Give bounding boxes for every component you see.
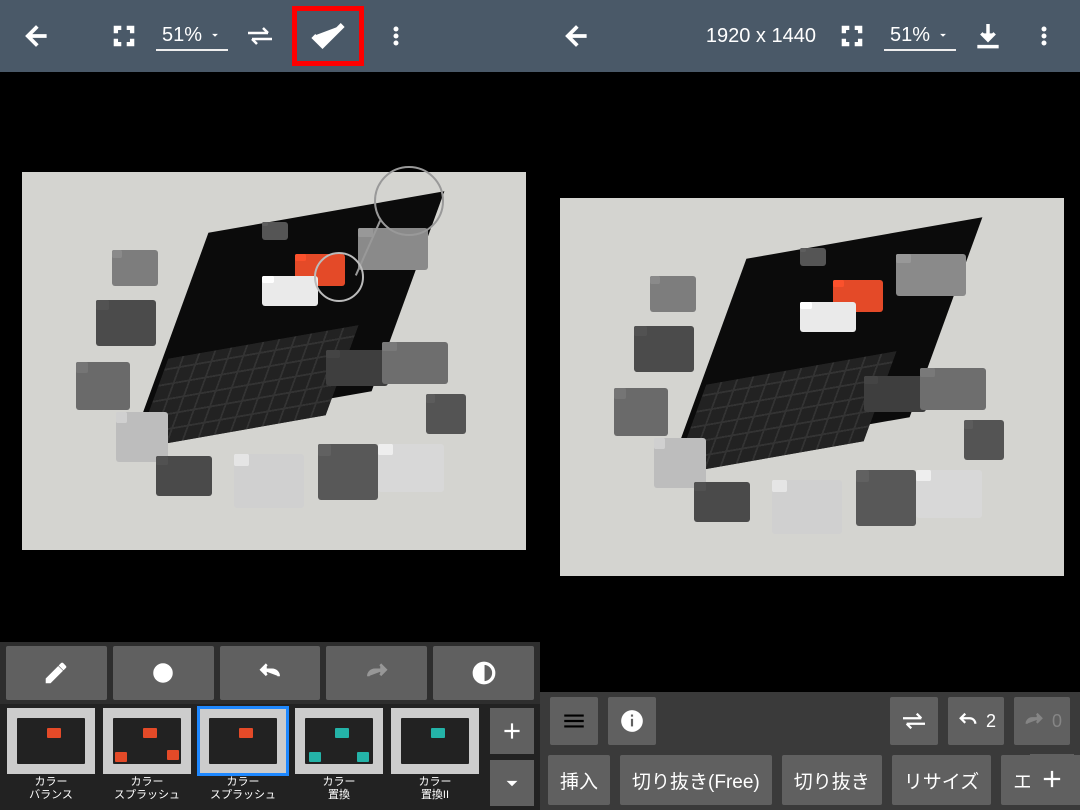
redo-icon	[362, 660, 392, 686]
canvas-left[interactable]	[0, 72, 540, 642]
filter-color-replace-1[interactable]: カラー 置換	[294, 708, 384, 801]
fullscreen-icon	[839, 23, 865, 49]
magnifier-preview	[374, 166, 444, 236]
zoom-label: 51%	[890, 24, 930, 47]
tab-insert[interactable]: 挿入	[548, 755, 610, 805]
filter-label: カラー 置換	[323, 776, 356, 801]
more-button[interactable]	[372, 12, 420, 60]
tab-crop-free[interactable]: 切り抜き(Free)	[620, 755, 772, 805]
expand-filters-button[interactable]	[490, 760, 534, 806]
zoom-selector[interactable]: 51%	[156, 22, 228, 51]
plus-icon	[1038, 765, 1066, 793]
filter-label: カラー バランス	[29, 776, 73, 801]
contrast-icon	[471, 660, 497, 686]
back-button[interactable]	[12, 12, 60, 60]
filter-label: カラー 置換II	[419, 776, 452, 801]
redo-count-button: 0	[1014, 697, 1070, 745]
undo-count-button[interactable]: 2	[948, 697, 1004, 745]
plus-icon	[499, 718, 525, 744]
fullscreen-button[interactable]	[100, 12, 148, 60]
tab-resize[interactable]: リサイズ	[892, 755, 991, 805]
swap-horiz-icon	[899, 710, 929, 732]
undo-icon	[255, 660, 285, 686]
pencil-tool-button[interactable]	[6, 646, 107, 700]
redo-icon	[1022, 710, 1046, 732]
swap-button[interactable]	[236, 12, 284, 60]
target-circle-icon	[150, 660, 176, 686]
pencil-icon	[43, 660, 69, 686]
photo-preview	[560, 198, 1064, 576]
contrast-tool-button[interactable]	[433, 646, 534, 700]
filter-color-splash-2[interactable]: カラー スプラッシュ	[198, 708, 288, 801]
filter-color-replace-2[interactable]: カラー 置換II	[390, 708, 480, 801]
redo-count: 0	[1052, 711, 1062, 732]
bottom-tools-right: 2 0 挿入 切り抜き(Free) 切り抜き リサイズ エフェ	[540, 692, 1080, 810]
tab-label: リサイズ	[904, 767, 979, 794]
topbar-right: 1920 x 1440 51%	[540, 0, 1080, 72]
redo-button	[326, 646, 427, 700]
caret-down-icon	[208, 28, 222, 42]
filter-strip: カラー バランス カラー スプラッシュ カラー スプラッシュ カラー 置換 カラ…	[0, 704, 540, 810]
confirm-button[interactable]	[292, 6, 364, 66]
back-button[interactable]	[552, 12, 600, 60]
swap-horiz-icon	[244, 24, 276, 48]
tab-label: 切り抜き(Free)	[632, 767, 760, 794]
menu-icon	[561, 708, 587, 734]
add-tab-button[interactable]	[1030, 754, 1074, 804]
undo-icon	[956, 710, 980, 732]
filter-label: カラー スプラッシュ	[114, 776, 180, 801]
more-vert-icon	[1032, 24, 1056, 48]
tool-row	[0, 642, 540, 704]
fullscreen-icon	[111, 23, 137, 49]
bottom-tools-left: カラー バランス カラー スプラッシュ カラー スプラッシュ カラー 置換 カラ…	[0, 642, 540, 810]
tab-label: 切り抜き	[794, 767, 870, 794]
download-button[interactable]	[964, 12, 1012, 60]
chevron-down-icon	[499, 770, 525, 796]
photo-preview	[22, 172, 526, 550]
editor-panel-left: 51%	[0, 0, 540, 810]
action-row: 2 0	[540, 692, 1080, 750]
add-filter-button[interactable]	[490, 708, 534, 754]
tab-label: 挿入	[560, 767, 598, 794]
editor-panel-right: 1920 x 1440 51%	[540, 0, 1080, 810]
caret-down-icon	[936, 28, 950, 42]
check-icon	[306, 14, 350, 58]
filter-color-balance[interactable]: カラー バランス	[6, 708, 96, 801]
more-vert-icon	[384, 24, 408, 48]
canvas-right[interactable]	[540, 72, 1080, 692]
filter-color-splash-1[interactable]: カラー スプラッシュ	[102, 708, 192, 801]
zoom-selector[interactable]: 51%	[884, 22, 956, 51]
info-icon	[619, 708, 645, 734]
more-button[interactable]	[1020, 12, 1068, 60]
swap-button[interactable]	[890, 697, 938, 745]
filter-label: カラー スプラッシュ	[210, 776, 276, 801]
download-icon	[972, 20, 1004, 52]
info-button[interactable]	[608, 697, 656, 745]
zoom-label: 51%	[162, 24, 202, 47]
fullscreen-button[interactable]	[828, 12, 876, 60]
menu-button[interactable]	[550, 697, 598, 745]
image-dimensions: 1920 x 1440	[706, 25, 816, 48]
filter-side-buttons	[490, 708, 534, 806]
arrow-left-icon	[561, 21, 591, 51]
undo-count: 2	[986, 711, 996, 732]
tab-row: 挿入 切り抜き(Free) 切り抜き リサイズ エフェ	[540, 750, 1080, 810]
target-tool-button[interactable]	[113, 646, 214, 700]
arrow-left-icon	[21, 21, 51, 51]
topbar-left: 51%	[0, 0, 540, 72]
tab-crop[interactable]: 切り抜き	[782, 755, 882, 805]
undo-button[interactable]	[220, 646, 321, 700]
